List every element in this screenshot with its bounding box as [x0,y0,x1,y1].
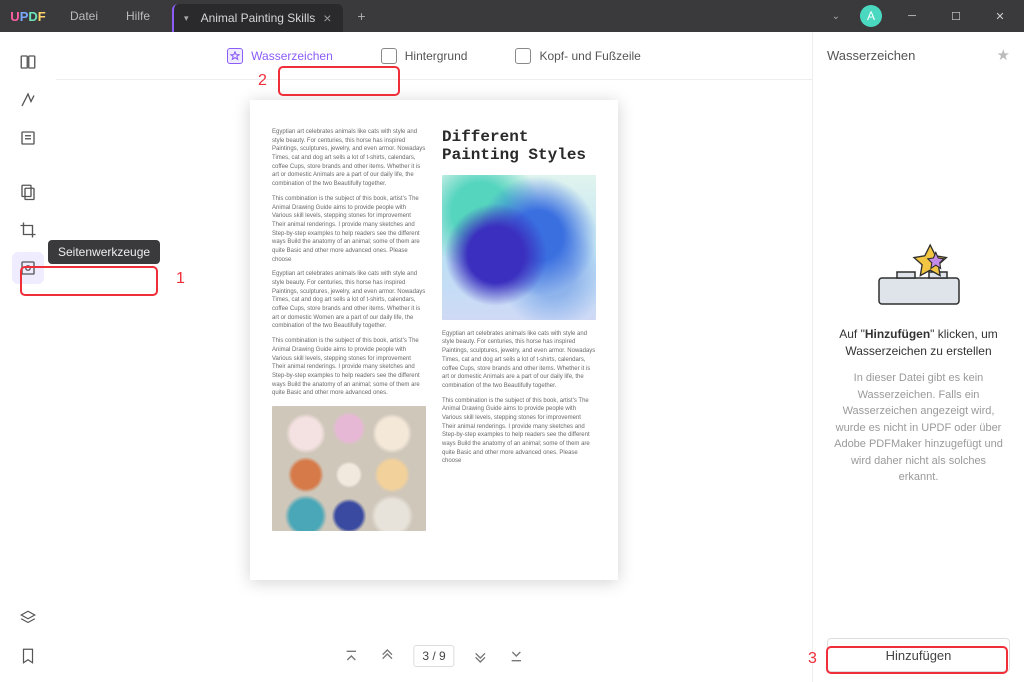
document-viewport[interactable]: Egyptian art celebrates animals like cat… [56,80,812,682]
header-footer-icon [515,48,531,64]
panel-title: Wasserzeichen [827,48,915,63]
first-page-icon[interactable] [341,646,361,666]
body-text: This combination is the subject of this … [272,195,426,265]
paint-buckets-image [272,406,426,531]
window-maximize-icon[interactable]: ☐ [936,0,976,32]
page-heading: Different Painting Styles [442,128,596,165]
body-text: Egyptian art celebrates animals like cat… [272,270,426,331]
page-tools-toolbar: Wasserzeichen Hintergrund Kopf- und Fußz… [56,32,812,80]
watermark-panel: Wasserzeichen ★ Auf "Hinzufügen" klicken… [812,32,1024,682]
watercolor-image [442,175,596,320]
empty-state-illustration [859,240,979,310]
empty-state-detail: In dieser Datei gibt es kein Wasserzeich… [831,370,1006,486]
document-page: Egyptian art celebrates animals like cat… [250,100,618,580]
edit-tool-icon[interactable] [12,122,44,154]
background-tab[interactable]: Hintergrund [371,42,478,70]
page-indicator[interactable]: 3 / 9 [413,645,454,667]
annotation-label-3: 3 [808,650,817,668]
body-text: Egyptian art celebrates animals like cat… [272,128,426,189]
body-text: Egyptian art celebrates animals like cat… [442,330,596,391]
crop-tool-icon[interactable] [12,214,44,246]
new-tab-button[interactable]: + [349,8,373,24]
sidebar-tooltip: Seitenwerkzeuge [48,240,160,264]
watermark-label: Wasserzeichen [251,49,333,63]
tab-close-icon[interactable]: × [323,10,331,26]
body-text: This combination is the subject of this … [442,397,596,467]
organize-tool-icon[interactable] [12,176,44,208]
annotation-label-2: 2 [258,72,267,90]
annotation-label-1: 1 [176,270,185,288]
titlebar: UPDF Datei Hilfe ▾ Animal Painting Skill… [0,0,1024,32]
watermark-tab[interactable]: Wasserzeichen [217,42,343,70]
comment-tool-icon[interactable] [12,84,44,116]
tab-dropdown-icon[interactable]: ▾ [184,13,189,24]
favorite-icon[interactable]: ★ [997,46,1010,64]
prev-page-icon[interactable] [377,646,397,666]
layers-icon[interactable] [12,602,44,634]
window-minimize-icon[interactable]: ─ [892,0,932,32]
background-icon [381,48,397,64]
next-page-icon[interactable] [471,646,491,666]
body-text: This combination is the subject of this … [272,337,426,398]
page-tools-icon[interactable] [12,252,44,284]
menu-file[interactable]: Datei [56,0,112,32]
bookmark-icon[interactable] [12,640,44,672]
watermark-icon [227,48,243,64]
background-label: Hintergrund [405,49,468,63]
left-sidebar [0,32,56,682]
title-dropdown-icon[interactable]: ⌄ [822,11,850,22]
menu-help[interactable]: Hilfe [112,0,164,32]
empty-state-message: Auf "Hinzufügen" klicken, um Wasserzeich… [831,326,1006,360]
reader-tool-icon[interactable] [12,46,44,78]
last-page-icon[interactable] [507,646,527,666]
user-avatar[interactable]: A [860,5,882,27]
header-footer-label: Kopf- und Fußzeile [539,49,640,63]
add-watermark-button[interactable]: Hinzufügen [827,638,1010,672]
tab-title: Animal Painting Skills [201,11,316,25]
header-footer-tab[interactable]: Kopf- und Fußzeile [505,42,650,70]
page-navigator: 3 / 9 [325,636,542,676]
app-logo: UPDF [0,9,56,24]
document-tab[interactable]: ▾ Animal Painting Skills × [172,4,343,32]
window-close-icon[interactable]: ✕ [980,0,1020,32]
